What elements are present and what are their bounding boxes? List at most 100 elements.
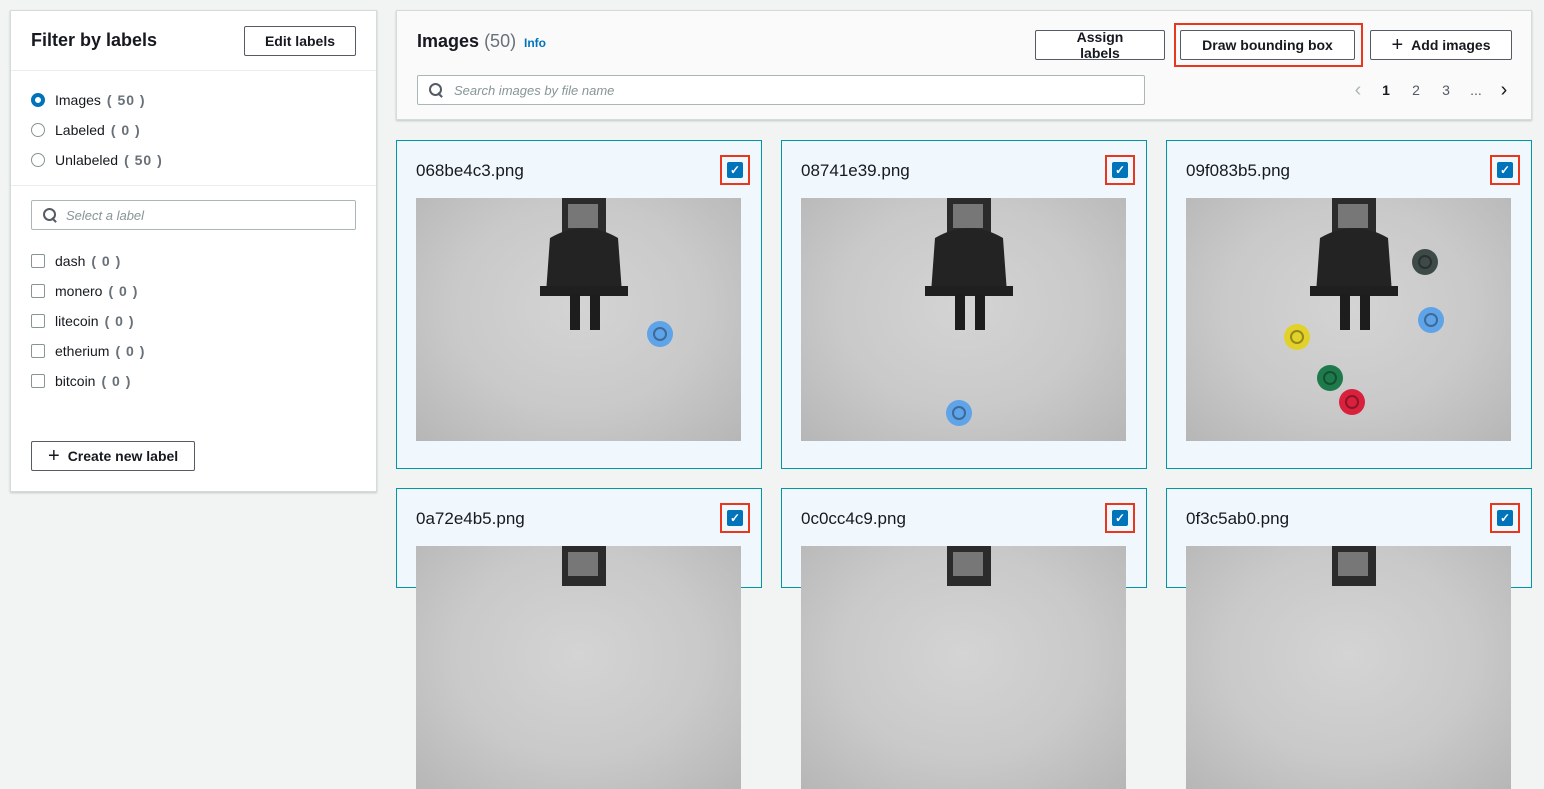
search-icon bbox=[42, 207, 58, 223]
image-card[interactable]: 0a72e4b5.png ✓ bbox=[396, 488, 762, 789]
label-item-bitcoin[interactable]: bitcoin ( 0 ) bbox=[31, 366, 356, 396]
assign-labels-button[interactable]: Assign labels bbox=[1035, 29, 1165, 61]
search-icon bbox=[428, 82, 444, 98]
image-thumbnail bbox=[801, 198, 1126, 441]
plus-icon: + bbox=[48, 445, 60, 467]
radio-count: ( 50 ) bbox=[106, 92, 146, 108]
page-ellipsis: ... bbox=[1470, 82, 1482, 98]
radio-label: Labeled bbox=[55, 122, 105, 138]
page-3[interactable]: 3 bbox=[1431, 82, 1461, 98]
add-images-button[interactable]: + Add images bbox=[1370, 30, 1512, 60]
radio-count: ( 0 ) bbox=[110, 122, 141, 138]
filter-panel: Filter by labels Edit labels Images ( 50… bbox=[10, 10, 377, 492]
gripper-graphic bbox=[540, 198, 628, 330]
create-new-label-button[interactable]: + Create new label bbox=[31, 441, 196, 471]
page-2[interactable]: 2 bbox=[1401, 82, 1431, 98]
image-thumbnail bbox=[416, 198, 741, 441]
pagination: ‹ 1 2 3 ... › bbox=[1345, 77, 1517, 103]
page-1[interactable]: 1 bbox=[1371, 82, 1401, 98]
label-checkbox-list: dash ( 0 ) monero ( 0 ) litecoin ( 0 ) e… bbox=[11, 240, 376, 402]
radio-images[interactable]: Images ( 50 ) bbox=[31, 85, 356, 115]
label-name: bitcoin bbox=[55, 373, 96, 389]
image-file-name: 068be4c3.png bbox=[416, 161, 524, 180]
card-checkbox[interactable]: ✓ bbox=[1497, 162, 1513, 178]
chevron-right-icon[interactable]: › bbox=[1491, 79, 1517, 102]
add-images-text: Add images bbox=[1411, 37, 1491, 53]
image-card[interactable]: 068be4c3.png ✓ bbox=[396, 140, 762, 469]
images-header-panel: Images (50) Info Assign labels Draw boun… bbox=[396, 10, 1532, 120]
card-checkbox[interactable]: ✓ bbox=[1112, 162, 1128, 178]
draw-bounding-box-button[interactable]: Draw bounding box bbox=[1180, 30, 1355, 60]
label-search-placeholder: Select a label bbox=[66, 207, 145, 223]
coin-graphic bbox=[1339, 389, 1365, 415]
label-search-wrapper: Select a label bbox=[11, 186, 376, 240]
image-thumbnail bbox=[801, 546, 1126, 789]
label-name: litecoin bbox=[55, 313, 99, 329]
image-thumbnail bbox=[1186, 546, 1511, 789]
gripper-graphic bbox=[1332, 546, 1376, 586]
info-link[interactable]: Info bbox=[524, 36, 546, 50]
image-search-placeholder: Search images by file name bbox=[454, 82, 615, 98]
image-file-name: 0f3c5ab0.png bbox=[1186, 509, 1290, 528]
image-thumbnail bbox=[1186, 198, 1511, 441]
label-count: ( 0 ) bbox=[115, 343, 146, 359]
gripper-graphic bbox=[562, 546, 606, 586]
label-name: dash bbox=[55, 253, 86, 269]
image-file-name: 0a72e4b5.png bbox=[416, 509, 525, 528]
radio-button[interactable] bbox=[31, 153, 45, 167]
edit-labels-button[interactable]: Edit labels bbox=[243, 25, 356, 56]
checkbox[interactable] bbox=[31, 284, 45, 298]
card-checkbox[interactable]: ✓ bbox=[727, 510, 743, 526]
label-name: monero bbox=[55, 283, 103, 299]
checkbox[interactable] bbox=[31, 374, 45, 388]
radio-button[interactable] bbox=[31, 123, 45, 137]
filter-header: Filter by labels Edit labels bbox=[11, 11, 376, 71]
image-search-input[interactable]: Search images by file name bbox=[417, 75, 1145, 105]
card-checkbox-highlight: ✓ bbox=[720, 155, 750, 185]
gripper-graphic bbox=[925, 198, 1013, 330]
view-radio-group: Images ( 50 ) Labeled ( 0 ) Unlabeled ( … bbox=[11, 71, 376, 186]
coin-graphic bbox=[647, 321, 673, 347]
card-checkbox-highlight: ✓ bbox=[1490, 155, 1520, 185]
radio-unlabeled[interactable]: Unlabeled ( 50 ) bbox=[31, 145, 356, 175]
card-checkbox[interactable]: ✓ bbox=[1497, 510, 1513, 526]
image-file-name: 09f083b5.png bbox=[1186, 161, 1290, 180]
image-thumbnail bbox=[416, 546, 741, 789]
coin-graphic bbox=[1284, 324, 1310, 350]
image-card[interactable]: 08741e39.png ✓ bbox=[781, 140, 1147, 469]
radio-label: Images bbox=[55, 92, 101, 108]
image-card[interactable]: 0f3c5ab0.png ✓ bbox=[1166, 488, 1532, 789]
image-file-name: 08741e39.png bbox=[801, 161, 910, 180]
card-checkbox-highlight: ✓ bbox=[1105, 503, 1135, 533]
label-item-etherium[interactable]: etherium ( 0 ) bbox=[31, 336, 356, 366]
radio-button[interactable] bbox=[31, 93, 45, 107]
label-search-input[interactable]: Select a label bbox=[31, 200, 356, 230]
card-checkbox[interactable]: ✓ bbox=[727, 162, 743, 178]
label-item-litecoin[interactable]: litecoin ( 0 ) bbox=[31, 306, 356, 336]
image-card[interactable]: 0c0cc4c9.png ✓ bbox=[781, 488, 1147, 789]
label-name: etherium bbox=[55, 343, 110, 359]
card-checkbox-highlight: ✓ bbox=[1105, 155, 1135, 185]
image-card[interactable]: 09f083b5.png ✓ bbox=[1166, 140, 1532, 469]
chevron-left-icon[interactable]: ‹ bbox=[1345, 79, 1371, 102]
card-checkbox[interactable]: ✓ bbox=[1112, 510, 1128, 526]
gripper-graphic bbox=[1310, 198, 1398, 330]
label-count: ( 0 ) bbox=[91, 253, 122, 269]
filter-title: Filter by labels bbox=[31, 30, 158, 50]
card-checkbox-highlight: ✓ bbox=[1490, 503, 1520, 533]
images-title-text: Images bbox=[417, 31, 480, 51]
coin-graphic bbox=[1317, 365, 1343, 391]
label-item-dash[interactable]: dash ( 0 ) bbox=[31, 246, 356, 276]
checkbox[interactable] bbox=[31, 254, 45, 268]
radio-labeled[interactable]: Labeled ( 0 ) bbox=[31, 115, 356, 145]
radio-count: ( 50 ) bbox=[124, 152, 163, 168]
label-count: ( 0 ) bbox=[101, 373, 132, 389]
checkbox[interactable] bbox=[31, 314, 45, 328]
label-item-monero[interactable]: monero ( 0 ) bbox=[31, 276, 356, 306]
plus-icon: + bbox=[1391, 34, 1404, 56]
images-count: (50) bbox=[484, 31, 517, 51]
coin-graphic bbox=[946, 400, 972, 426]
checkbox[interactable] bbox=[31, 344, 45, 358]
gripper-graphic bbox=[947, 546, 991, 586]
radio-label: Unlabeled bbox=[55, 152, 119, 168]
